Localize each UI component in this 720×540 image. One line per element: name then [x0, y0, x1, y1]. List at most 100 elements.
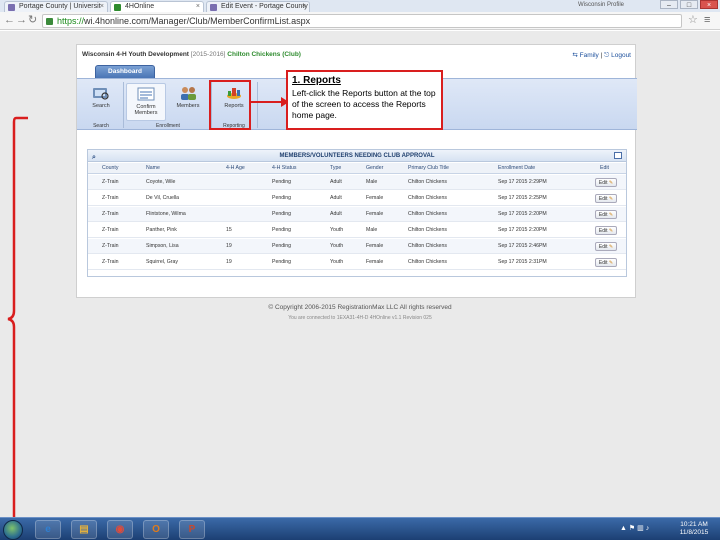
column-header[interactable]: Enrollment Date: [498, 165, 535, 171]
enrollment-group-label: Enrollment: [156, 123, 180, 129]
confirm-members-label: Confirm Members: [134, 104, 158, 116]
cell-gender: Female: [366, 259, 384, 265]
browser-profile-name[interactable]: Wisconsin Profile: [578, 0, 656, 10]
table-row: Z-Train Panther, Pink 15 Pending Youth Male Ch…: [88, 223, 626, 238]
tab-4honline[interactable]: 4HOnline ×: [110, 1, 204, 12]
cell-date: Sep 17 2015 2:25PM: [498, 195, 547, 201]
edit-button[interactable]: Edit ✎: [595, 178, 617, 187]
connection-info: You are connected to 1EXA31-4H-D 4HOnlin…: [288, 315, 432, 321]
edit-button[interactable]: Edit ✎: [595, 226, 617, 235]
table-row: Z-Train Squirrel, Gray 19 Pending Youth Femal…: [88, 255, 626, 270]
cell-county: Z-Train: [102, 179, 119, 185]
members-button[interactable]: Members: [168, 83, 208, 121]
callout-body: Left-click the Reports button at the top…: [292, 88, 436, 120]
tab-portage-county[interactable]: Portage County | Universit ×: [4, 1, 108, 12]
cell-age: 15: [226, 227, 232, 233]
search-group-label: Search: [93, 123, 109, 129]
browser-menu-icon[interactable]: ≡: [704, 15, 710, 26]
cell-age: 19: [226, 259, 232, 265]
pencil-icon: ✎: [607, 196, 614, 202]
column-header[interactable]: County: [102, 165, 118, 171]
members-icon: [181, 87, 196, 100]
clock-date: 11/8/2015: [679, 529, 709, 536]
taskbar-clock[interactable]: 10:21 AM 11/8/2015: [672, 521, 716, 537]
club-name: Chilton Chickens (Club): [227, 51, 301, 58]
edit-button[interactable]: Edit ✎: [595, 242, 617, 251]
system-tray: ▲ ⚑ ▥ ♪: [620, 524, 649, 532]
column-header: Edit: [600, 165, 609, 171]
export-icon[interactable]: [614, 152, 622, 159]
pencil-icon: ✎: [607, 212, 614, 218]
tab-label: 4HOnline: [125, 3, 155, 10]
flag-icon[interactable]: ⚑: [629, 525, 635, 532]
cell-gender: Male: [366, 227, 378, 233]
table-title-bar: ⌕ MEMBERS/VOLUNTEERS NEEDING CLUB APPROV…: [88, 150, 626, 162]
back-arrow-icon[interactable]: ←: [4, 15, 15, 26]
windows-start-button[interactable]: [3, 520, 23, 540]
network-icon[interactable]: ▥: [637, 525, 644, 532]
cell-type: Youth: [330, 243, 344, 249]
column-header[interactable]: 4-H Status: [272, 165, 297, 171]
edit-button-label: Edit: [598, 212, 608, 218]
cell-type: Adult: [330, 179, 342, 185]
cell-county: Z-Train: [102, 211, 119, 217]
window-controls: – □ ×: [660, 0, 718, 10]
annotation-arrow-line: [251, 101, 285, 103]
column-header[interactable]: Gender: [366, 165, 383, 171]
cell-status: Pending: [272, 195, 292, 201]
cell-county: Z-Train: [102, 227, 119, 233]
search-button-label: Search: [92, 103, 110, 109]
table-row: Z-Train Simpson, Lisa 19 Pending Youth Female…: [88, 239, 626, 254]
search-button[interactable]: Search: [81, 83, 121, 121]
account-links: ⇆ Family | ⎋ Logout: [572, 51, 631, 60]
cell-club: Chilton Chickens: [408, 243, 447, 249]
edit-button[interactable]: Edit ✎: [595, 210, 617, 219]
cell-status: Pending: [272, 179, 292, 185]
tab-close-icon[interactable]: ×: [196, 2, 200, 12]
column-header[interactable]: Primary Club Title: [408, 165, 449, 171]
close-window-icon[interactable]: ×: [700, 0, 718, 9]
edit-button-label: Edit: [598, 180, 608, 186]
cell-club: Chilton Chickens: [408, 211, 447, 217]
edit-button[interactable]: Edit ✎: [595, 194, 617, 203]
family-link[interactable]: Family: [580, 52, 599, 59]
maximize-icon[interactable]: □: [680, 0, 698, 9]
minimize-icon[interactable]: –: [660, 0, 678, 9]
confirm-members-button[interactable]: Confirm Members: [126, 83, 166, 121]
address-bar[interactable]: https://wi.4honline.com/Manager/Club/Mem…: [42, 14, 682, 28]
edit-button[interactable]: Edit ✎: [595, 258, 617, 267]
table-row: Z-Train De Vil, Cruella Pending Adult Female…: [88, 191, 626, 206]
cell-gender: Male: [366, 179, 378, 185]
outlook-icon[interactable]: O: [143, 520, 169, 539]
program-year: [2015-2016]: [190, 51, 226, 58]
reload-icon[interactable]: ↻: [28, 15, 37, 26]
powerpoint-icon[interactable]: P: [179, 520, 205, 539]
tab-dashboard[interactable]: Dashboard: [95, 65, 155, 78]
search-icon: [93, 88, 109, 100]
tab-close-icon[interactable]: ×: [100, 2, 104, 12]
tray-expand-icon[interactable]: ▲: [620, 525, 627, 532]
tab-close-icon[interactable]: ×: [302, 2, 306, 12]
bookmark-star-icon[interactable]: ☆: [688, 15, 698, 26]
cell-type: Adult: [330, 195, 342, 201]
internet-explorer-icon[interactable]: e: [35, 520, 61, 539]
pencil-icon: ✎: [607, 180, 614, 186]
cell-status: Pending: [272, 227, 292, 233]
cell-age: 19: [226, 243, 232, 249]
tab-edit-event[interactable]: Edit Event - Portage County ×: [206, 1, 310, 12]
university-favicon-icon: [210, 4, 217, 11]
logout-link[interactable]: Logout: [611, 52, 631, 59]
file-explorer-icon[interactable]: ▤: [71, 520, 97, 539]
column-header[interactable]: 4-H Age: [226, 165, 245, 171]
cell-date: Sep 17 2015 2:46PM: [498, 243, 547, 249]
chrome-icon[interactable]: ◉: [107, 520, 133, 539]
cell-county: Z-Train: [102, 243, 119, 249]
cell-name: Panther, Pink: [146, 227, 177, 233]
forward-arrow-icon[interactable]: →: [16, 15, 27, 26]
column-header[interactable]: Name: [146, 165, 160, 171]
column-header[interactable]: Type: [330, 165, 341, 171]
cell-gender: Female: [366, 211, 384, 217]
browser-tab-bar: Portage County | Universit × 4HOnline × …: [0, 0, 720, 12]
cell-status: Pending: [272, 211, 292, 217]
volume-icon[interactable]: ♪: [646, 525, 650, 532]
